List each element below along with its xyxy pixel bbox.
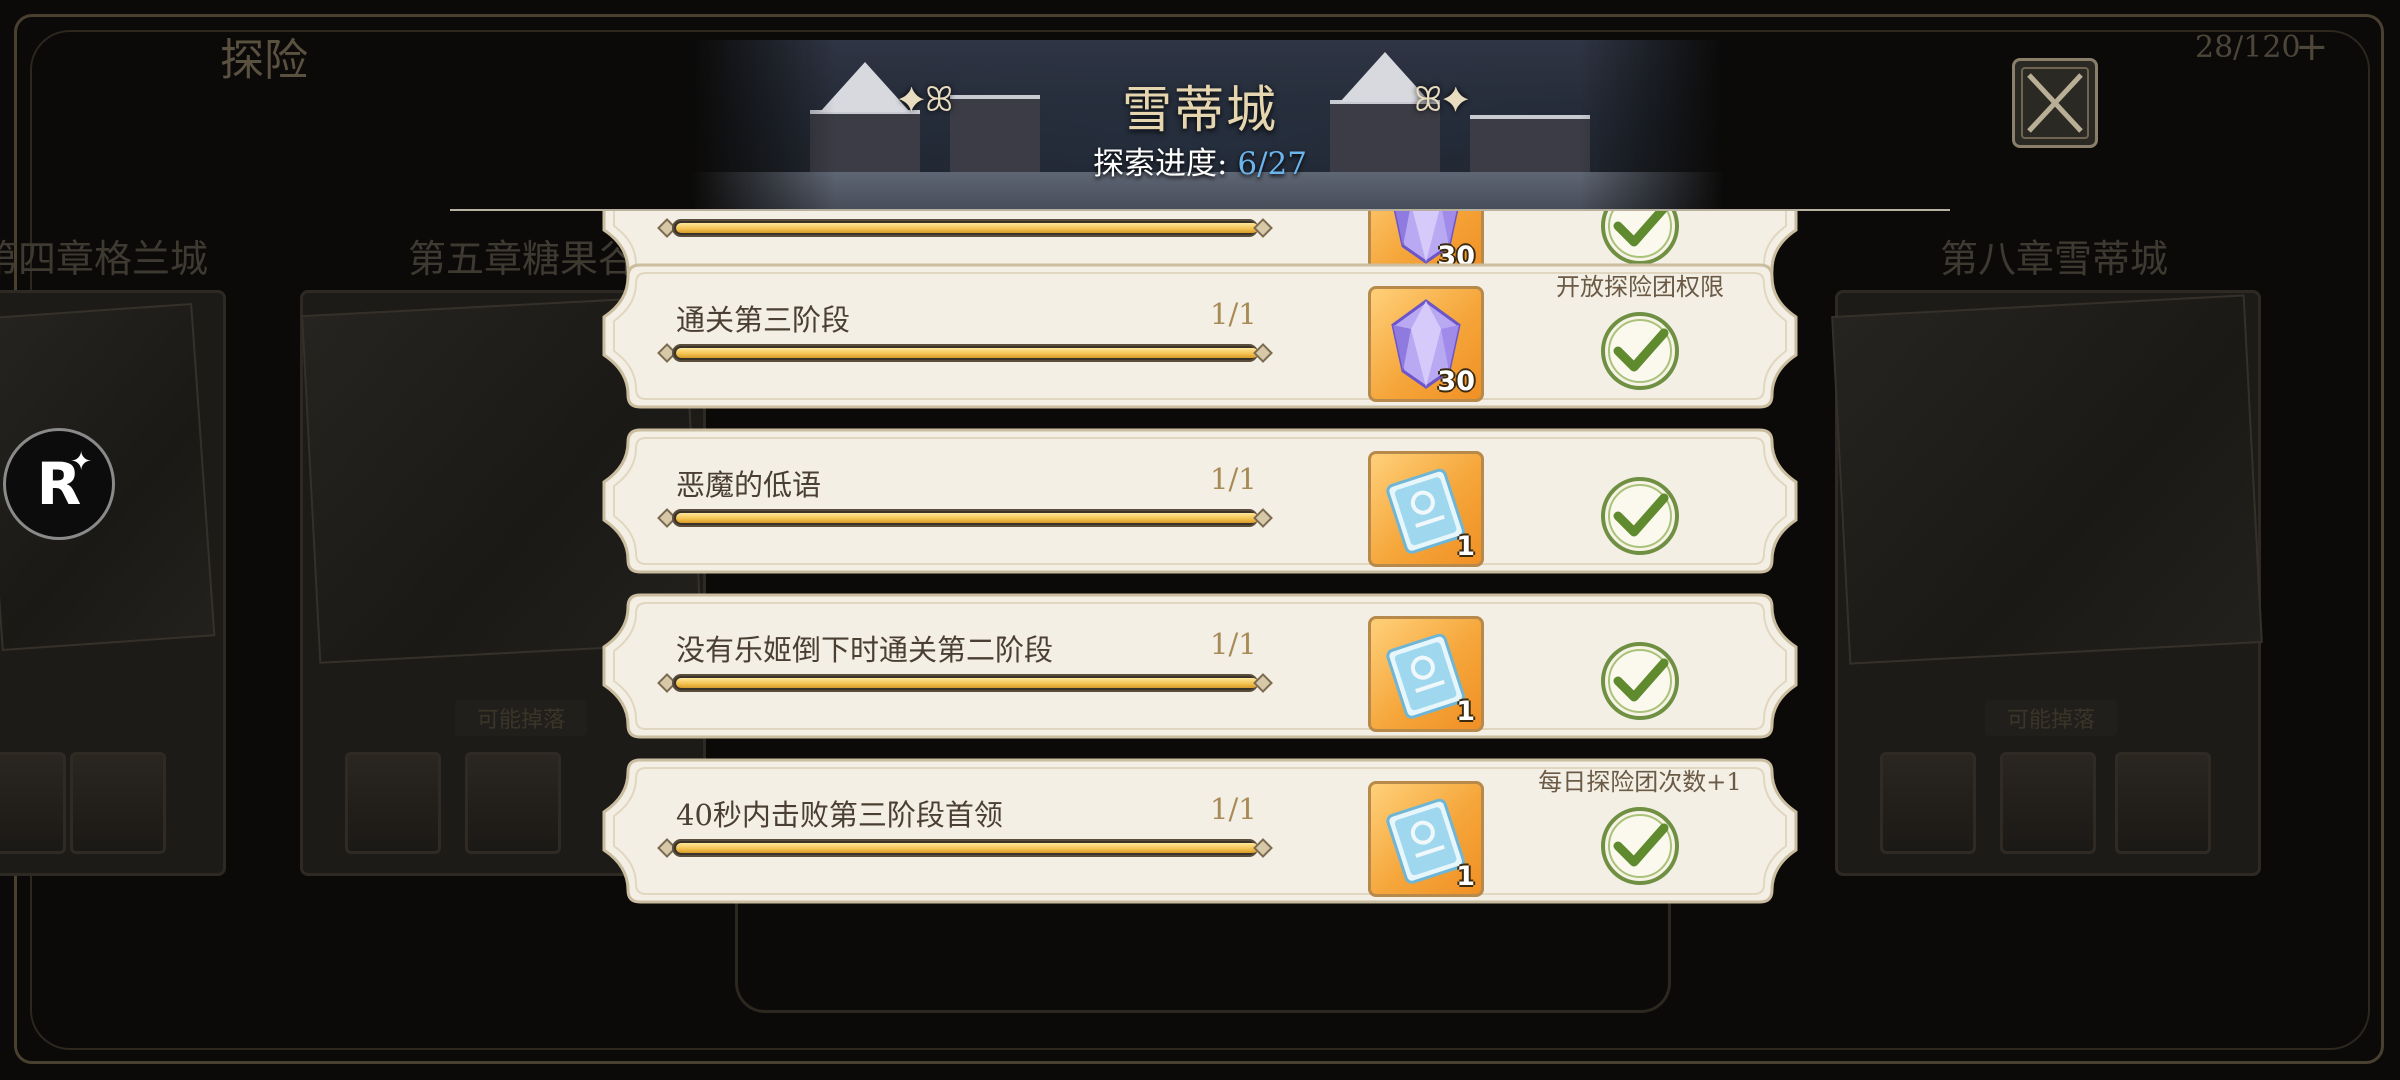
background-portrait [1880,752,1976,854]
completed-check-icon [1601,312,1679,390]
bar-fill [676,843,1258,853]
task-progress-bar [657,216,1273,242]
background-plus-icon: + [2295,24,2329,70]
bar-cap-right [1253,343,1273,363]
background-drop-label-middle: 可能掉落 [455,700,588,736]
flourish-right-icon: ꕤ✦ [1414,80,1470,120]
task-progress-bar [657,671,1273,697]
task-card: 没有乐姬倒下时通关第二阶段 1/1 1 [600,591,1800,741]
reward-item[interactable]: 30 [1368,286,1484,402]
task-progress-bar [657,836,1273,862]
reward-item[interactable]: 1 [1368,781,1484,897]
background-portrait [0,752,66,854]
bar-fill [676,348,1258,358]
bar-cap-right [1253,673,1273,693]
task-reward-note: 开放探险团权限 [1556,273,1724,301]
reward-quantity: 1 [1456,861,1475,892]
background-card-art-right [1831,294,2263,665]
bar-fill [676,223,1258,233]
task-list[interactable]: 30 通关第三阶段 1/1 30 开放探险团权限 恶魔的低语 1/1 1 没有乐… [590,211,1820,911]
close-icon [2021,67,2089,139]
background-portrait [70,752,166,854]
reward-item[interactable]: 1 [1368,451,1484,567]
task-progress-bar [657,341,1273,367]
completed-check-icon [1601,477,1679,555]
task-count: 1/1 [1210,627,1257,661]
bar-track [672,344,1258,362]
background-chapter-left: 第四章格兰城 [0,237,209,281]
bar-fill [676,513,1258,523]
task-label: 40秒内击败第三阶段首领 [676,798,1003,832]
background-drop-label-right: 可能掉落 [1985,700,2118,736]
background-portrait [2000,752,2096,854]
completed-check-icon [1601,807,1679,885]
bar-cap-right [1253,838,1273,858]
task-label: 恶魔的低语 [676,468,822,502]
sparkle-icon: ✦ [70,447,92,477]
bar-cap-right [1253,508,1273,528]
bar-cap-right [1253,218,1273,238]
background-counter: 28/120 [2195,30,2301,65]
task-count: 1/1 [1210,462,1257,496]
close-button[interactable] [2012,58,2098,148]
task-progress-bar [657,506,1273,532]
background-portrait [465,752,561,854]
task-card: 恶魔的低语 1/1 1 [600,426,1800,576]
task-card: 通关第三阶段 1/1 30 开放探险团权限 [600,261,1800,411]
background-portrait [345,752,441,854]
task-card: 40秒内击败第三阶段首领 1/1 1 每日探险团次数+1 [600,756,1800,906]
r-logo-button[interactable]: R ✦ [3,428,115,540]
bar-fill [676,678,1258,688]
reward-quantity: 30 [1437,366,1475,397]
flourish-left-icon: ✦ꕤ [898,80,954,120]
completed-check-icon [1601,642,1679,720]
bar-track [672,219,1258,237]
background-chapter-right: 第八章雪蒂城 [1940,237,2169,281]
task-label: 通关第三阶段 [676,303,851,337]
background-portrait [2115,752,2211,854]
reward-quantity: 1 [1456,696,1475,727]
close-x-shape [2027,73,2083,133]
bar-track [672,509,1258,527]
reward-quantity: 1 [1456,531,1475,562]
task-count: 1/1 [1210,792,1257,826]
bar-track [672,839,1258,857]
reward-item[interactable]: 1 [1368,616,1484,732]
progress-value: 6/27 [1237,146,1307,182]
task-count: 1/1 [1210,297,1257,331]
task-reward-note: 每日探险团次数+1 [1538,768,1742,796]
task-label: 没有乐姬倒下时通关第二阶段 [676,633,1054,667]
progress-label: 探索进度: [1093,146,1238,182]
completed-check-icon [1601,211,1679,265]
bar-track [672,674,1258,692]
